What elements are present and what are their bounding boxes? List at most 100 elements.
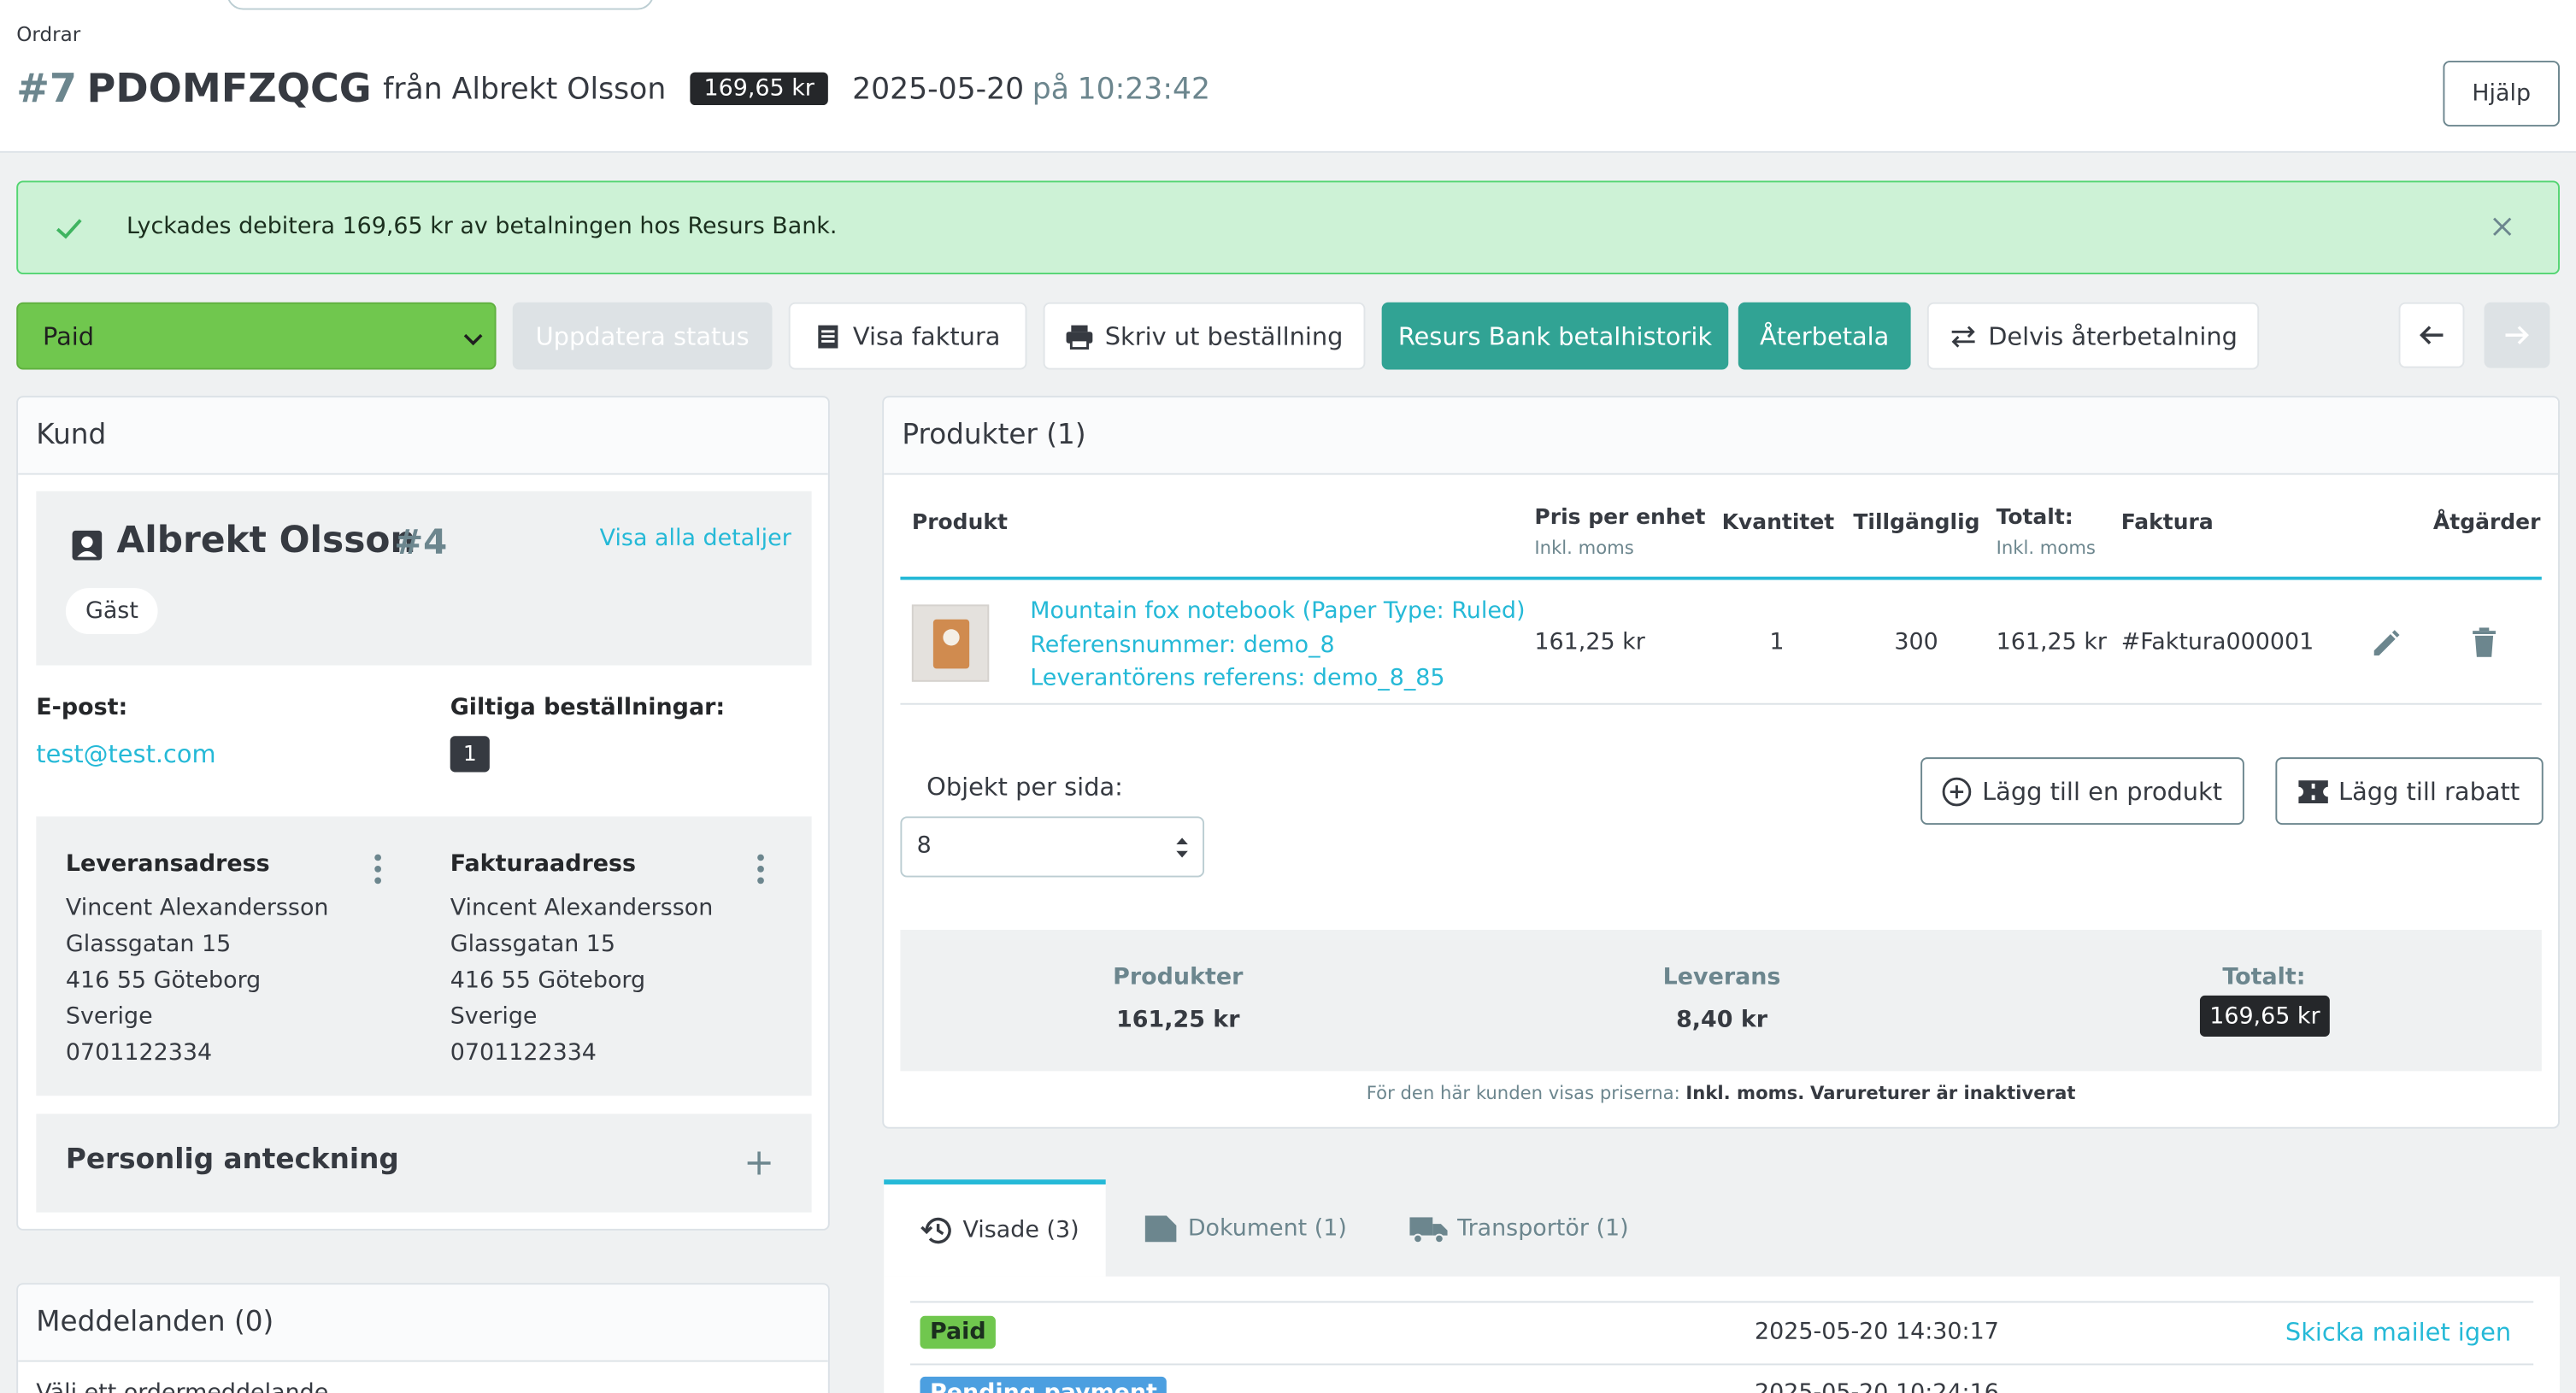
plus-circle-icon bbox=[1943, 776, 1973, 806]
more-vertical-icon[interactable] bbox=[754, 853, 767, 885]
product-quantity: 1 bbox=[1769, 629, 1785, 655]
email-label: E-post: bbox=[36, 695, 128, 721]
order-number: #7 bbox=[16, 65, 77, 112]
shipping-line: Vincent Alexandersson bbox=[65, 895, 329, 922]
tab-status-history-label: Visade (3) bbox=[962, 1217, 1079, 1244]
messages-card: Meddelanden (0) Välj ett ordermeddelande bbox=[16, 1283, 830, 1393]
swap-icon bbox=[1951, 325, 1975, 347]
plus-icon[interactable] bbox=[746, 1150, 773, 1177]
tab-carrier[interactable]: Transportör (1) bbox=[1409, 1179, 1629, 1276]
success-alert: Lyckades debitera 169,65 kr av betalning… bbox=[16, 180, 2560, 275]
trash-icon[interactable] bbox=[2473, 627, 2496, 657]
select-arrows-icon bbox=[1176, 838, 1188, 858]
alert-message: Lyckades debitera 169,65 kr av betalning… bbox=[126, 213, 838, 240]
print-icon bbox=[1067, 324, 1094, 350]
col-unit-price-label: Pris per enhet bbox=[1534, 506, 1706, 531]
price-footnote: För den här kunden visas priserna: Inkl.… bbox=[1366, 1082, 2076, 1104]
product-unit-price: 161,25 kr bbox=[1534, 629, 1645, 655]
history-icon bbox=[920, 1217, 951, 1244]
search-input[interactable] bbox=[226, 0, 655, 10]
ticket-icon bbox=[2298, 779, 2329, 803]
products-card-title: Produkter (1) bbox=[884, 397, 2559, 475]
product-total: 161,25 kr bbox=[1996, 629, 2107, 655]
shipping-line: Glassgatan 15 bbox=[65, 931, 232, 958]
col-invoice: Faktura bbox=[2120, 510, 2214, 536]
more-vertical-icon[interactable] bbox=[371, 853, 384, 885]
add-product-button[interactable]: Lägg till en produkt bbox=[1920, 757, 2244, 825]
status-select[interactable]: Paid bbox=[16, 302, 497, 370]
table-header-divider bbox=[900, 576, 2542, 580]
shipping-line: 0701122334 bbox=[65, 1039, 213, 1067]
page-title: #7 PDOMFZQCG från Albrekt Olsson 169,65 … bbox=[16, 66, 1210, 112]
history-divider bbox=[909, 1301, 2534, 1303]
col-unit-price: Pris per enhet Inkl. moms bbox=[1534, 506, 1705, 559]
partial-refund-button[interactable]: Delvis återbetalning bbox=[1926, 302, 2260, 370]
footnote-returns: Varureturer är inaktiverat bbox=[1810, 1082, 2076, 1104]
customer-summary bbox=[36, 491, 812, 666]
breadcrumb[interactable]: Ordrar bbox=[16, 23, 80, 46]
customer-card-title: Kund bbox=[18, 397, 828, 475]
product-name-link[interactable]: Mountain fox notebook (Paper Type: Ruled… bbox=[1030, 595, 1525, 628]
row-divider bbox=[900, 702, 2542, 705]
per-page-select[interactable]: 8 bbox=[900, 816, 1205, 878]
product-invoice: #Faktura000001 bbox=[2120, 629, 2314, 655]
status-select-value: Paid bbox=[42, 320, 95, 351]
per-page-value: 8 bbox=[916, 832, 932, 860]
shipping-address-title: Leveransadress bbox=[65, 850, 270, 878]
shipping-address: Vincent Alexandersson Glassgatan 15 416 … bbox=[66, 890, 329, 1071]
summary-shipping-label: Leverans bbox=[1662, 964, 1781, 991]
invoice-icon bbox=[818, 324, 838, 348]
customer-email-link[interactable]: test@test.com bbox=[36, 739, 215, 769]
col-unit-price-sub: Inkl. moms bbox=[1534, 537, 1634, 559]
billing-line: 416 55 Göteborg bbox=[450, 967, 646, 994]
history-divider bbox=[909, 1363, 2534, 1366]
tab-status-history[interactable]: Visade (3) bbox=[884, 1179, 1106, 1277]
previous-order-button[interactable] bbox=[2398, 302, 2465, 368]
history-date: 2025-05-20 14:30:17 bbox=[1755, 1319, 1999, 1346]
tab-documents[interactable]: Dokument (1) bbox=[1144, 1179, 1347, 1276]
add-discount-label: Lägg till rabatt bbox=[2338, 776, 2520, 806]
product-thumbnail bbox=[911, 604, 990, 682]
refund-button[interactable]: Återbetala bbox=[1738, 302, 1911, 370]
print-order-button[interactable]: Skriv ut beställning bbox=[1043, 302, 1366, 370]
page-header: Ordrar #7 PDOMFZQCG från Albrekt Olsson … bbox=[0, 0, 2576, 153]
check-icon bbox=[56, 219, 82, 239]
col-available: Tillgänglig bbox=[1853, 510, 1980, 536]
tab-carrier-label: Transportör (1) bbox=[1457, 1214, 1629, 1242]
col-quantity: Kvantitet bbox=[1721, 510, 1835, 536]
print-order-label: Skriv ut beställning bbox=[1104, 320, 1344, 351]
order-date: 2025-05-20 bbox=[852, 71, 1025, 106]
view-all-details-link[interactable]: Visa alla detaljer bbox=[600, 526, 791, 552]
order-date-separator: på bbox=[1032, 71, 1069, 106]
resend-email-link[interactable]: Skicka mailet igen bbox=[2285, 1318, 2511, 1348]
summary-total-label: Totalt: bbox=[2222, 964, 2306, 991]
valid-orders-badge: 1 bbox=[450, 736, 490, 773]
customer-id: #4 bbox=[394, 522, 448, 562]
col-total-sub: Inkl. moms bbox=[1996, 537, 2096, 559]
shipping-line: Sverige bbox=[65, 1003, 153, 1031]
add-product-label: Lägg till en produkt bbox=[1982, 776, 2223, 806]
per-page-label: Objekt per sida: bbox=[926, 772, 1123, 802]
document-icon bbox=[1144, 1214, 1177, 1242]
update-status-button[interactable]: Uppdatera status bbox=[512, 302, 773, 370]
col-total: Totalt: Inkl. moms bbox=[1997, 506, 2096, 559]
summary-products-value: 161,25 kr bbox=[1116, 1007, 1240, 1034]
add-discount-button[interactable]: Lägg till rabatt bbox=[2275, 757, 2544, 825]
order-time: 10:23:42 bbox=[1077, 71, 1211, 106]
shipping-line: 416 55 Göteborg bbox=[65, 967, 262, 994]
close-icon[interactable] bbox=[2489, 214, 2515, 240]
truck-icon bbox=[1409, 1216, 1448, 1243]
col-total-label: Totalt: bbox=[1996, 506, 2073, 531]
summary-products-label: Produkter bbox=[1113, 964, 1244, 991]
next-order-button[interactable] bbox=[2484, 302, 2550, 368]
messages-select-text[interactable]: Välj ett ordermeddelande bbox=[36, 1380, 328, 1393]
order-page: Ordrar #7 PDOMFZQCG från Albrekt Olsson … bbox=[0, 0, 2576, 1393]
edit-icon[interactable] bbox=[2371, 629, 2401, 659]
payment-history-button[interactable]: Resurs Bank betalhistorik bbox=[1381, 302, 1729, 370]
partial-refund-label: Delvis återbetalning bbox=[1988, 320, 2238, 351]
order-reference: PDOMFZQCG bbox=[86, 65, 372, 112]
order-total-badge: 169,65 kr bbox=[691, 72, 828, 106]
view-invoice-button[interactable]: Visa faktura bbox=[788, 302, 1027, 370]
help-button[interactable]: Hjälp bbox=[2443, 61, 2560, 127]
col-actions: Åtgärder bbox=[2432, 510, 2541, 536]
